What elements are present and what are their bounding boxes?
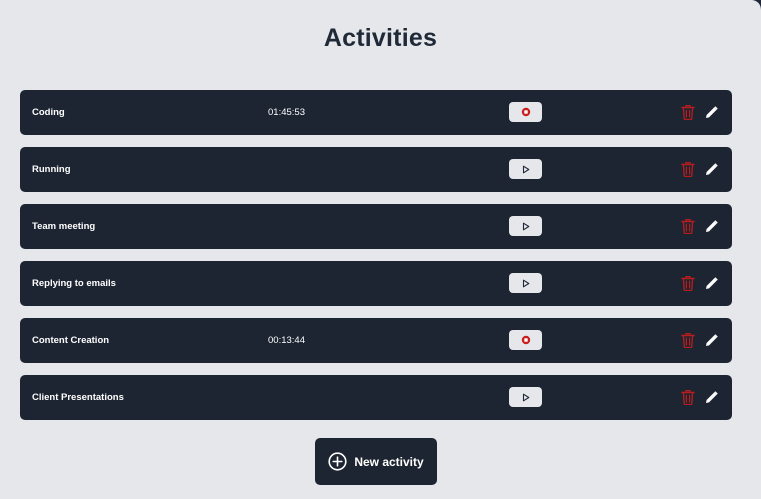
activity-timer: 00:13:44 (268, 335, 305, 346)
page-title: Activities (323, 24, 438, 52)
plus-circle-icon (328, 452, 347, 471)
activity-row[interactable]: Team meeting (20, 204, 732, 249)
trash-icon[interactable] (681, 332, 695, 348)
activity-name: Content Creation (32, 335, 110, 346)
play-icon (522, 222, 529, 230)
activity-name: Running (32, 164, 71, 175)
play-icon (522, 165, 529, 173)
play-button[interactable] (509, 273, 542, 293)
trash-icon[interactable] (681, 218, 695, 234)
new-activity-button[interactable]: New activity (315, 438, 437, 485)
play-icon (522, 279, 529, 287)
activity-list: Coding 01:45:53 Running Team meeting Rep… (20, 90, 732, 432)
stop-icon (521, 107, 530, 117)
trash-icon[interactable] (681, 275, 695, 291)
trash-icon[interactable] (681, 161, 695, 177)
play-icon (522, 393, 529, 401)
activity-timer: 01:45:53 (268, 107, 305, 118)
play-button[interactable] (509, 216, 542, 236)
play-button[interactable] (509, 387, 542, 407)
pencil-icon[interactable] (705, 106, 718, 119)
activity-name: Replying to emails (32, 278, 116, 289)
pencil-icon[interactable] (705, 391, 718, 404)
pencil-icon[interactable] (705, 334, 718, 347)
activity-name: Client Presentations (32, 392, 124, 403)
pencil-icon[interactable] (705, 277, 718, 290)
activity-row[interactable]: Content Creation 00:13:44 (20, 318, 732, 363)
stop-button[interactable] (509, 102, 542, 122)
activity-row[interactable]: Client Presentations (20, 375, 732, 420)
window-corner (751, 0, 761, 10)
play-button[interactable] (509, 159, 542, 179)
activity-name: Coding (32, 107, 65, 118)
activity-name: Team meeting (32, 221, 96, 232)
new-activity-label: New activity (354, 454, 424, 469)
trash-icon[interactable] (681, 104, 695, 120)
pencil-icon[interactable] (705, 163, 718, 176)
activities-page: Activities Coding 01:45:53 Running Team … (0, 0, 761, 499)
stop-icon (521, 335, 530, 345)
stop-button[interactable] (509, 330, 542, 350)
activity-row[interactable]: Running (20, 147, 732, 192)
activity-row[interactable]: Coding 01:45:53 (20, 90, 732, 135)
activity-row[interactable]: Replying to emails (20, 261, 732, 306)
pencil-icon[interactable] (705, 220, 718, 233)
trash-icon[interactable] (681, 389, 695, 405)
